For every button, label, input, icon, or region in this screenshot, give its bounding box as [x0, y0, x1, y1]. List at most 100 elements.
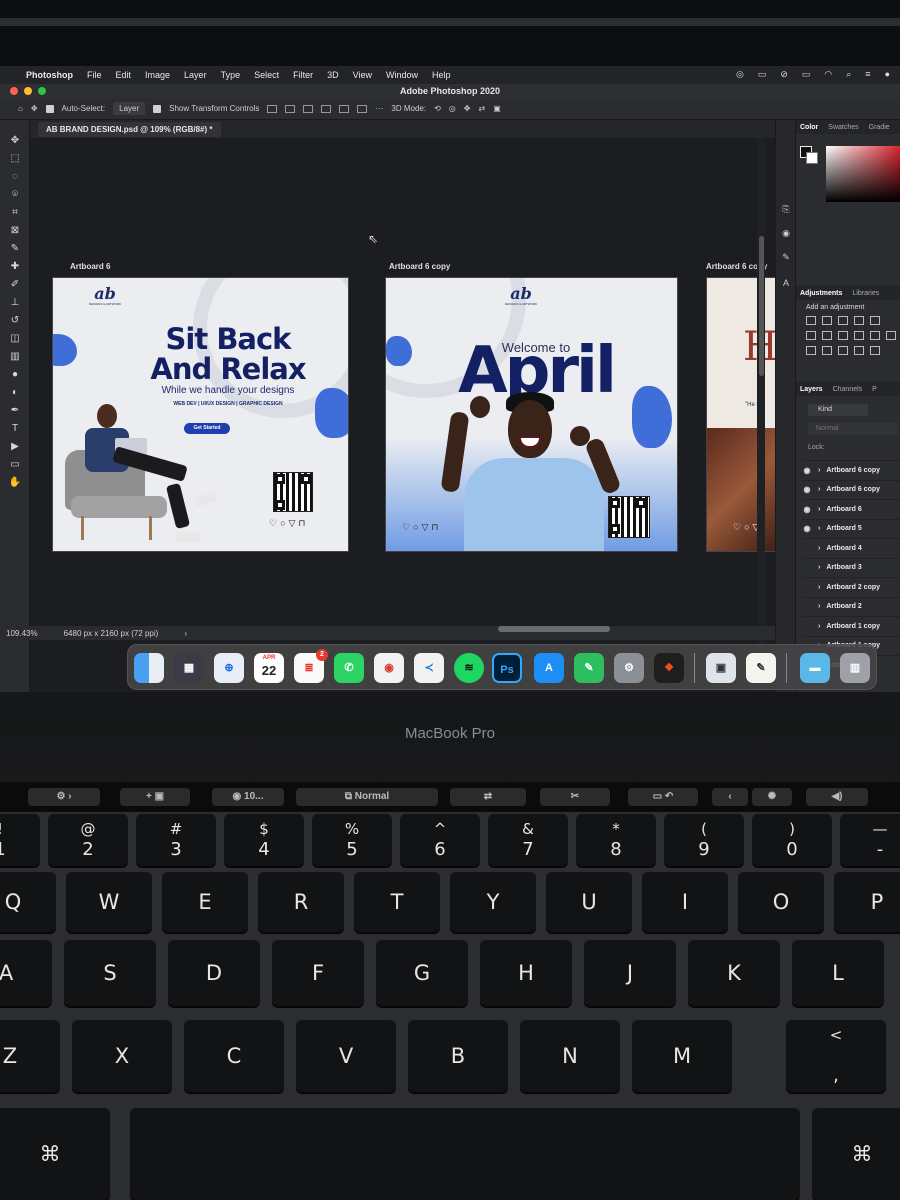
key-s[interactable]: S	[64, 940, 156, 1006]
color-lookup-icon[interactable]	[886, 331, 896, 340]
key-e[interactable]: E	[162, 872, 248, 932]
auto-select-dropdown[interactable]: Layer	[113, 102, 146, 115]
minimize-window-button[interactable]	[24, 87, 32, 95]
key-p[interactable]: P	[834, 872, 900, 932]
properties-icon[interactable]: ◉	[780, 228, 792, 240]
key-5[interactable]: % 5	[312, 814, 392, 866]
key-i[interactable]: I	[642, 872, 728, 932]
menu-window[interactable]: Window	[386, 70, 418, 80]
menu-layer[interactable]: Layer	[184, 70, 207, 80]
eye-icon[interactable]: ◉	[802, 524, 812, 533]
layer-row[interactable]: ◉ › Artboard 5	[802, 518, 900, 539]
align-bottom-icon[interactable]	[357, 104, 368, 113]
tab-gradients[interactable]: Gradie	[869, 124, 890, 131]
exposure-icon[interactable]	[854, 316, 864, 325]
control-center-icon[interactable]: ≡	[865, 69, 870, 80]
hand-tool-icon[interactable]: ✋	[8, 476, 22, 490]
selective-color-icon[interactable]	[870, 346, 880, 355]
artboard-label[interactable]: Artboard 6	[70, 262, 110, 271]
artboard-label[interactable]: Artboard 6 copy	[389, 262, 450, 271]
key-comma[interactable]: <,	[786, 1020, 886, 1092]
reminders-icon[interactable]: ≣ 2	[294, 649, 328, 683]
color-balance-icon[interactable]	[822, 331, 832, 340]
touchbar-blend-mode-button[interactable]: ⧉ Normal	[296, 788, 438, 806]
key-0[interactable]: ) 0	[752, 814, 832, 866]
chevron-right-icon[interactable]: ›	[818, 623, 820, 630]
align-middle-icon[interactable]	[339, 104, 350, 113]
key-q[interactable]: Q	[0, 872, 56, 932]
move-tool-icon[interactable]: ✥	[31, 104, 38, 113]
key-n[interactable]: N	[520, 1020, 620, 1092]
align-left-icon[interactable]	[267, 104, 278, 113]
key-y[interactable]: Y	[450, 872, 536, 932]
key-v[interactable]: V	[296, 1020, 396, 1092]
touchbar-volume-button[interactable]: ◀)	[806, 788, 868, 806]
menu-view[interactable]: View	[353, 70, 372, 80]
levels-icon[interactable]	[822, 316, 832, 325]
layer-row[interactable]: ◉ › Artboard 6 copy	[802, 479, 900, 500]
touchbar-expand-button[interactable]: ‹	[712, 788, 748, 806]
move-tool-icon[interactable]: ✥	[8, 134, 22, 148]
3d-pan-icon[interactable]: ✥	[464, 104, 471, 113]
threshold-icon[interactable]	[838, 346, 848, 355]
screen-mirror-icon[interactable]: ▭	[758, 69, 767, 80]
show-transform-checkbox[interactable]	[153, 104, 162, 113]
trash-icon[interactable]: ▥	[840, 653, 870, 683]
layer-row[interactable]: › Artboard 4	[802, 538, 900, 558]
layer-row[interactable]: › Artboard 2	[802, 596, 900, 617]
layer-row[interactable]: ◉ › Artboard 6	[802, 499, 900, 519]
key-command-left[interactable]: ⌘	[0, 1108, 110, 1200]
document-size[interactable]: 6480 px x 2160 px (72 ppi)	[64, 629, 159, 638]
color-picker-field[interactable]	[826, 146, 900, 202]
tab-swatches[interactable]: Swatches	[828, 124, 858, 131]
3d-slide-icon[interactable]: ⇄	[478, 104, 485, 113]
pen-tool-icon[interactable]: ✒	[8, 404, 22, 418]
menu-3d[interactable]: 3D	[327, 70, 339, 80]
tab-layers[interactable]: Layers	[800, 386, 823, 393]
tab-color[interactable]: Color	[800, 124, 818, 131]
layer-row[interactable]: › Artboard 2 copy	[802, 577, 900, 597]
key-b[interactable]: B	[408, 1020, 508, 1092]
chrome-icon[interactable]: ◉	[374, 653, 404, 683]
3d-scale-icon[interactable]: ▣	[493, 104, 501, 113]
key-a[interactable]: A	[0, 940, 52, 1006]
key-x[interactable]: X	[72, 1020, 172, 1092]
key-o[interactable]: O	[738, 872, 824, 932]
system-preferences-icon[interactable]: ⚙	[614, 653, 644, 683]
wifi-icon[interactable]: ◠	[824, 69, 832, 80]
auto-select-checkbox[interactable]	[45, 104, 54, 113]
layer-row[interactable]: › Artboard 3	[802, 557, 900, 578]
key-d[interactable]: D	[168, 940, 260, 1006]
artboard-sit-back[interactable]: ab DESIGNS & ARTWORK Sit Back And Relax …	[52, 277, 349, 552]
figma-icon[interactable]: ❖	[654, 653, 684, 683]
key--[interactable]: — -	[840, 814, 900, 866]
gradient-map-icon[interactable]	[854, 346, 864, 355]
key-c[interactable]: C	[184, 1020, 284, 1092]
get-started-button[interactable]: Get Started	[184, 423, 230, 434]
curves-icon[interactable]	[838, 316, 848, 325]
brightness-icon[interactable]	[806, 316, 816, 325]
eraser-tool-icon[interactable]: ◫	[8, 332, 22, 346]
quick-select-tool-icon[interactable]: ⌾	[8, 188, 22, 202]
touchbar-scissors-button[interactable]: ✂	[540, 788, 610, 806]
tab-channels[interactable]: Channels	[833, 386, 863, 393]
chevron-right-icon[interactable]: ›	[818, 564, 820, 571]
tab-paths[interactable]: P	[872, 386, 877, 393]
key-g[interactable]: G	[376, 940, 468, 1006]
menu-app-name[interactable]: Photoshop	[26, 70, 73, 80]
document-tab[interactable]: AB BRAND DESIGN.psd @ 109% (RGB/8#) *	[38, 122, 221, 137]
path-select-tool-icon[interactable]: ▶	[8, 440, 22, 454]
photoshop-icon[interactable]: Ps	[492, 653, 522, 683]
key-1[interactable]: !1	[0, 814, 40, 866]
zoom-level[interactable]: 109.43%	[6, 629, 38, 638]
canvas-area[interactable]: ⇖ Artboard 6 ab DESIGNS & ARTWORK Sit Ba…	[30, 138, 776, 692]
preview-icon[interactable]: ▣	[706, 653, 736, 683]
eye-icon[interactable]: ◉	[802, 505, 812, 514]
touchbar-undo-button[interactable]: ▭ ↶	[628, 788, 698, 806]
touchbar-brightness-button[interactable]: ✺	[752, 788, 792, 806]
key-r[interactable]: R	[258, 872, 344, 932]
blur-tool-icon[interactable]: ●	[8, 368, 22, 382]
touchbar-new-layer-button[interactable]: + ▣	[120, 788, 190, 806]
key-4[interactable]: $4	[224, 814, 304, 866]
eye-icon[interactable]: ◉	[802, 466, 812, 475]
